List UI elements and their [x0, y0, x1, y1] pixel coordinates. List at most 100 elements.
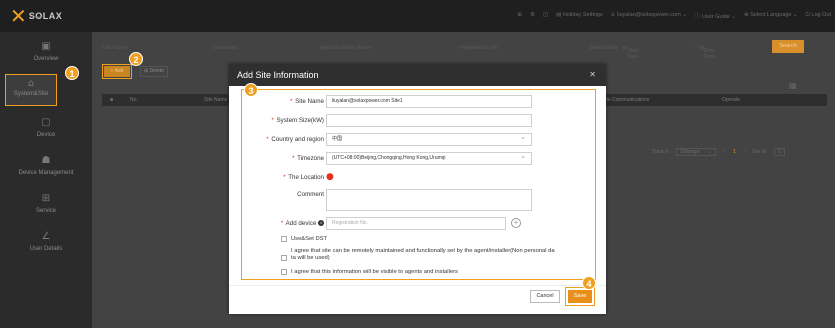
- close-icon[interactable]: ✕: [589, 64, 596, 86]
- remote-label-line2: ta will be used): [291, 255, 330, 261]
- next-page[interactable]: ›: [743, 149, 745, 155]
- message-icon[interactable]: ◫: [543, 12, 548, 20]
- add-device-plus-icon[interactable]: +: [511, 218, 521, 228]
- goto-label: Go to: [752, 149, 767, 155]
- sidebar-item-label: Device: [36, 132, 56, 138]
- timezone-label: * Timezone: [292, 155, 324, 162]
- step-badge-4: 4: [582, 276, 596, 290]
- visible-label: I agree that this information will be vi…: [291, 269, 458, 275]
- search-button[interactable]: Search: [772, 40, 804, 53]
- site-name-input[interactable]: liuyalan@solaxpower.com Site1: [326, 95, 532, 108]
- home-icon: ⌂: [27, 78, 35, 89]
- service-icon: ⊞: [41, 193, 51, 204]
- system-size-input[interactable]: [326, 114, 532, 127]
- comment-label: Comment: [297, 191, 324, 198]
- current-page[interactable]: 1: [733, 149, 736, 155]
- delete-button[interactable]: ⊞ Delete: [140, 66, 168, 77]
- fullscreen-icon[interactable]: ⊞: [517, 12, 522, 20]
- comment-textarea[interactable]: [326, 189, 532, 211]
- remote-label-line1: I agree that site can be remotely mainta…: [291, 248, 555, 254]
- logo-x-mark: ✕: [10, 4, 27, 28]
- cancel-button[interactable]: Cancel: [530, 290, 560, 303]
- logout-link[interactable]: ⏻ Log Out: [806, 12, 831, 20]
- prev-page[interactable]: ‹: [723, 149, 725, 155]
- add-highlight: [102, 64, 132, 79]
- timezone-row: * Timezone (UTC+08:00)Beijing,Chongqing,…: [229, 152, 606, 166]
- sidebar-item-label: Overview: [33, 56, 59, 62]
- site-name-filter-label: Site Name: [102, 45, 128, 51]
- agent-filter-label: Agent/Installer Name: [320, 45, 372, 51]
- col-no: No.: [130, 97, 138, 103]
- brand-sub: POWER: [30, 15, 42, 19]
- add-device-row: * Add device i Registration No. +: [229, 217, 606, 231]
- system-size-label: * System Size(kW): [271, 117, 324, 124]
- col-site-communications: Site Communications: [602, 97, 650, 103]
- system-size-row: * System Size(kW): [229, 114, 606, 128]
- sidebar-item-device[interactable]: ▢ Device: [0, 112, 92, 150]
- start-date-input[interactable]: ▤ Start Date: [622, 45, 639, 60]
- site-name-row: * Site Name liuyalan@solaxpower.com Site…: [229, 95, 606, 109]
- select-all-checkbox[interactable]: ■: [110, 97, 113, 103]
- timezone-select[interactable]: (UTC+08:00)Beijing,Chongqing,Hong Kong,U…: [326, 152, 532, 165]
- dst-checkbox[interactable]: [281, 236, 287, 242]
- goto-input[interactable]: 1: [773, 148, 785, 156]
- sidebar-item-label: User Details: [29, 246, 63, 252]
- globe-icon: ⊕: [743, 12, 749, 18]
- sidebar-item-system-site[interactable]: ⌂ System&Site: [5, 74, 57, 106]
- device-management-icon: ☗: [41, 155, 51, 166]
- select-date-label: Select Date: [589, 45, 618, 51]
- language-select[interactable]: ⊕ Select Language ⌄: [744, 12, 798, 20]
- sidebar-item-user-details[interactable]: ∠ User Details: [0, 226, 92, 264]
- total-count: Total 0: [652, 149, 669, 155]
- sidebar-item-label: Service: [35, 208, 56, 214]
- step-badge-2: 2: [129, 52, 143, 66]
- user-email[interactable]: ♙ liuyalan@solaxpower.com ⌄: [611, 12, 687, 20]
- user-details-icon: ∠: [41, 231, 51, 242]
- page-size-select[interactable]: 10/page ⌄: [675, 148, 716, 156]
- remote-checkbox[interactable]: [281, 255, 287, 261]
- overview-icon: ▣: [41, 41, 51, 52]
- user-guide-link[interactable]: ⓘ User Guide ⌄: [695, 12, 736, 20]
- country-label: * Country and region: [266, 136, 324, 143]
- top-nav: ⊞ ⚙ ◫ ▤ Holiday Settings ♙ liuyalan@sola…: [517, 12, 831, 20]
- dst-label: Use&Set DST: [291, 236, 328, 242]
- add-device-label: * Add device i: [281, 220, 324, 227]
- location-label: * The Location: [283, 174, 324, 181]
- visible-checkbox[interactable]: [281, 269, 287, 275]
- sidebar-item-overview[interactable]: ▣ Overview: [0, 36, 92, 74]
- help-icon: ⓘ: [694, 14, 701, 20]
- registration-input[interactable]: Registration No.: [326, 217, 506, 230]
- user-icon: ♙: [610, 12, 616, 18]
- location-pin-icon[interactable]: ●: [326, 172, 334, 182]
- sidebar-item-device-management[interactable]: ☗ Device Management: [0, 150, 92, 188]
- country-select[interactable]: 中国: [326, 133, 532, 146]
- site-name-label: * Site Name: [289, 98, 324, 105]
- comment-row: Comment: [229, 189, 606, 213]
- device-icon: ▢: [41, 117, 51, 128]
- sidebar-item-label: Device Management: [18, 170, 74, 176]
- location-row: * The Location ●: [229, 171, 606, 185]
- sidebar-item-service[interactable]: ⊞ Service: [0, 188, 92, 226]
- sidebar: ▣ Overview ⌂ System&Site ▢ Device ☗ Devi…: [0, 32, 92, 328]
- filter-row: Site Name Username Agent/Installer Name …: [102, 42, 835, 60]
- registration-filter-label: Registration No.: [460, 45, 500, 51]
- col-operate: Operate: [722, 97, 741, 103]
- remote-check-row: I agree that site can be remotely mainta…: [281, 248, 603, 264]
- country-row: * Country and region 中国: [229, 133, 606, 147]
- footer-divider: [229, 285, 606, 286]
- add-site-modal: Add Site Information ✕ 3 * Site Name liu…: [229, 64, 606, 314]
- col-site-name: Site Name: [204, 97, 228, 103]
- username-filter-label: Username: [212, 45, 238, 51]
- end-date-input[interactable]: ~ ▤ End Date: [694, 45, 716, 60]
- pagination: Total 0 10/page ⌄ ‹ 1 › Go to 1: [652, 148, 791, 156]
- power-icon: ⏻: [805, 12, 810, 18]
- modal-header: Add Site Information ✕: [229, 64, 606, 86]
- settings-icon[interactable]: ⚙: [530, 12, 535, 20]
- modal-title: Add Site Information: [237, 70, 319, 80]
- holiday-settings-link[interactable]: ▤ Holiday Settings: [556, 12, 602, 20]
- top-bar: ✕ SOLAX POWER ⊞ ⚙ ◫ ▤ Holiday Settings ♙…: [0, 0, 835, 32]
- column-settings-icon[interactable]: ▦: [789, 81, 797, 90]
- step-badge-1: 1: [65, 66, 79, 80]
- info-icon[interactable]: i: [318, 220, 324, 227]
- calendar-icon: ▤: [556, 12, 562, 18]
